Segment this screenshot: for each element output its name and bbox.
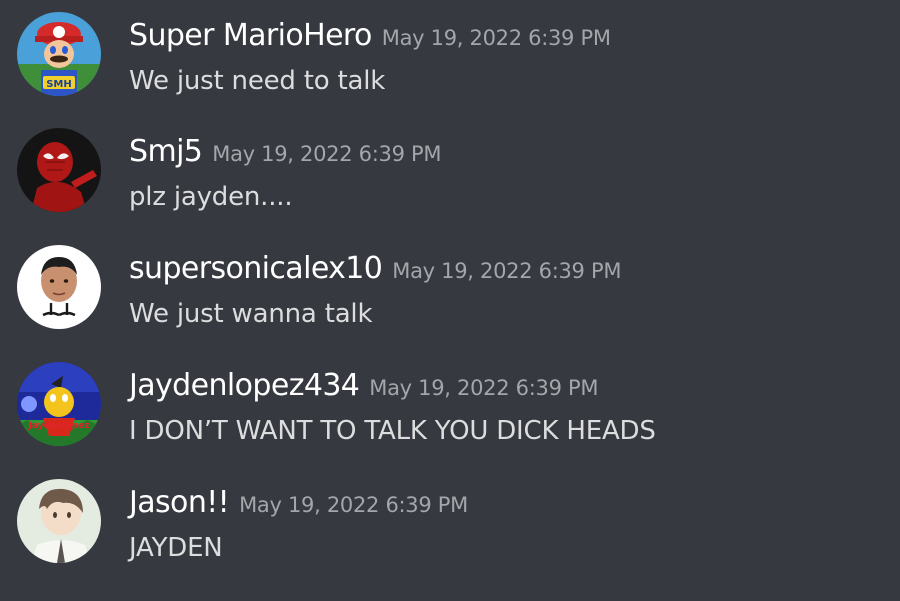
message-text: We just wanna talk bbox=[129, 299, 373, 329]
message-text: We just need to talk bbox=[129, 66, 386, 96]
username[interactable]: Jason!! bbox=[129, 485, 230, 520]
message-text: I DON’T WANT TO TALK YOU DICK HEADS bbox=[129, 416, 656, 446]
message-item: Smj5 May 19, 2022 6:39 PM plz jayden.... bbox=[0, 128, 900, 238]
username[interactable]: Jaydenlopez434 bbox=[129, 368, 360, 403]
message-item: supersonicalex10 May 19, 2022 6:39 PM We … bbox=[0, 245, 900, 355]
username[interactable]: supersonicalex10 bbox=[129, 251, 383, 286]
avatar-badge-text: Jaydenlopez bbox=[27, 421, 89, 431]
timestamp: May 19, 2022 6:39 PM bbox=[212, 142, 442, 166]
timestamp: May 19, 2022 6:39 PM bbox=[369, 376, 599, 400]
sonic-game-avatar-icon[interactable]: Jaydenlopez bbox=[17, 362, 101, 446]
face-avatar-icon[interactable] bbox=[17, 245, 101, 329]
mario-avatar-icon[interactable]: SMH bbox=[17, 12, 101, 96]
message-item: Jason!! May 19, 2022 6:39 PM JAYDEN bbox=[0, 479, 900, 589]
username[interactable]: Super MarioHero bbox=[129, 18, 372, 53]
timestamp: May 19, 2022 6:39 PM bbox=[392, 259, 622, 283]
timestamp: May 19, 2022 6:39 PM bbox=[239, 493, 468, 517]
anime-avatar-icon[interactable] bbox=[17, 479, 101, 563]
message-text: JAYDEN bbox=[129, 533, 223, 563]
message-item: Jaydenlopez Jaydenlopez434 May 19, 2022 6… bbox=[0, 362, 900, 472]
username[interactable]: Smj5 bbox=[129, 134, 203, 169]
avatar-badge-text: SMH bbox=[46, 79, 72, 90]
message-text: plz jayden.... bbox=[129, 182, 293, 212]
timestamp: May 19, 2022 6:39 PM bbox=[381, 26, 611, 50]
chat-message-list: SMH Super MarioHero May 19, 2022 6:39 PM … bbox=[0, 0, 900, 601]
message-item: SMH Super MarioHero May 19, 2022 6:39 PM … bbox=[0, 12, 900, 122]
spiderman-avatar-icon[interactable] bbox=[17, 128, 101, 212]
